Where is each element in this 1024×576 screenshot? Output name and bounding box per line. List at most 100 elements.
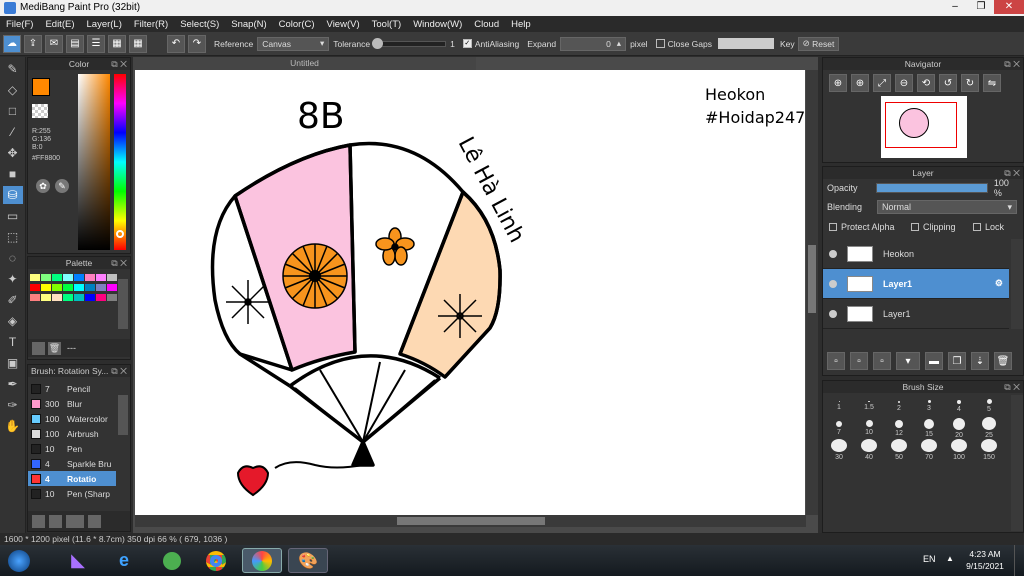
menu-file[interactable]: File(F) xyxy=(0,19,39,30)
visual-studio-icon[interactable]: ◣ xyxy=(58,548,98,573)
clipping-checkbox[interactable] xyxy=(911,223,919,231)
vertical-scroll-thumb[interactable] xyxy=(808,245,816,313)
brush-menu-icon[interactable] xyxy=(66,514,84,528)
menu-color[interactable]: Color(C) xyxy=(273,19,321,30)
palette-swatch[interactable] xyxy=(63,284,73,291)
palette-swatch[interactable] xyxy=(74,284,84,291)
menu-tool[interactable]: Tool(T) xyxy=(366,19,408,30)
menu-cloud[interactable]: Cloud xyxy=(468,19,505,30)
brush-size-cell[interactable]: 7 xyxy=(824,417,854,439)
hue-handle[interactable] xyxy=(116,230,124,238)
layer-menu-icon[interactable]: ▾ xyxy=(896,352,920,370)
trash-icon[interactable]: 🗑 xyxy=(48,341,61,355)
palette-swatch[interactable] xyxy=(30,294,40,301)
navigator-preview[interactable] xyxy=(881,96,967,158)
palette-swatch[interactable] xyxy=(74,294,84,301)
brush-size-cell[interactable]: 50 xyxy=(884,439,914,461)
brush-item[interactable]: 7 Pencil xyxy=(28,381,116,396)
merge-icon[interactable]: ⇣ xyxy=(971,352,989,370)
panel-close-icon[interactable]: ⧉ ✕ xyxy=(1004,58,1020,70)
panel-close-icon[interactable]: ⧉ ✕ xyxy=(111,58,127,70)
layer-row[interactable]: Layer1 ⚙ xyxy=(823,269,1009,299)
slider-handle[interactable] xyxy=(372,37,384,49)
clock[interactable]: 4:23 AM 9/15/2021 xyxy=(960,548,1010,572)
text-tool-icon[interactable]: T xyxy=(3,333,23,351)
new-layer-icon[interactable]: ▫ xyxy=(827,352,845,370)
horizontal-scrollbar[interactable] xyxy=(135,515,806,527)
brush-size-cell[interactable]: 30 xyxy=(824,439,854,461)
brush-size-cell[interactable]: 12 xyxy=(884,417,914,439)
palette-swatch[interactable] xyxy=(74,274,84,281)
color-picker-icon[interactable]: ✎ xyxy=(55,179,69,193)
redo-icon[interactable]: ↷ xyxy=(188,34,206,53)
brush-item[interactable]: 10 Pen xyxy=(28,441,116,456)
hand-tool-icon[interactable]: ✋ xyxy=(3,417,23,435)
palette-swatch[interactable] xyxy=(30,274,40,281)
reference-select[interactable]: Canvas ▾ xyxy=(257,36,330,51)
menu-window[interactable]: Window(W) xyxy=(407,19,468,30)
brush-size-cell[interactable]: 1.5 xyxy=(854,395,884,417)
lock-checkbox[interactable] xyxy=(973,223,981,231)
palette-swatch[interactable] xyxy=(107,294,117,301)
menu-help[interactable]: Help xyxy=(505,19,537,30)
palette-swatch[interactable] xyxy=(41,274,51,281)
brush-size-cell[interactable]: 4 xyxy=(944,395,974,417)
minimize-button[interactable]: – xyxy=(942,0,968,14)
list-icon[interactable]: ☰ xyxy=(87,34,105,53)
palette-swatch[interactable] xyxy=(107,284,117,291)
layer-row[interactable]: Layer1 xyxy=(823,299,1009,329)
rotate-right-icon[interactable]: ↻ xyxy=(961,74,979,92)
pen-tool-icon[interactable]: ✑ xyxy=(3,396,23,414)
horizontal-scroll-thumb[interactable] xyxy=(397,517,545,525)
document-icon[interactable]: ▤ xyxy=(66,34,84,53)
palette-swatch[interactable] xyxy=(41,294,51,301)
brush-scrollbar[interactable] xyxy=(118,395,128,435)
color-sv-box[interactable] xyxy=(78,74,110,250)
brush-size-cell[interactable]: 15 xyxy=(914,417,944,439)
palette-swatch[interactable] xyxy=(52,294,62,301)
canvas-paper[interactable]: 8B Lê Hà Linh Heokon #Hoidap247 xyxy=(135,70,805,515)
magic-wand-icon[interactable]: ✦ xyxy=(3,270,23,288)
color-wheel-icon[interactable]: ✿ xyxy=(36,179,50,193)
opacity-bar[interactable] xyxy=(876,183,988,193)
internet-explorer-icon[interactable]: e xyxy=(104,548,144,573)
select-tool-icon[interactable]: ⬚ xyxy=(3,228,23,246)
divide-tool-icon[interactable]: ▣ xyxy=(3,354,23,372)
folder-icon[interactable]: ▬ xyxy=(925,352,943,370)
palette-swatch[interactable] xyxy=(52,284,62,291)
brush-size-cell[interactable]: 20 xyxy=(944,417,974,439)
brush-size-cell[interactable]: 1 xyxy=(824,395,854,417)
brush-size-cell[interactable]: 25 xyxy=(974,417,1004,439)
zoom-in-icon[interactable]: ⊕ xyxy=(829,74,847,92)
rotate-left-icon[interactable]: ↺ xyxy=(939,74,957,92)
palette-swatch[interactable] xyxy=(85,284,95,291)
undo-icon[interactable]: ↶ xyxy=(167,34,185,53)
start-button[interactable] xyxy=(2,548,36,573)
language-indicator[interactable]: EN xyxy=(923,554,936,564)
menu-layer[interactable]: Layer(L) xyxy=(81,19,128,30)
brush-size-scrollbar[interactable] xyxy=(1011,395,1023,531)
rectangle-tool-icon[interactable]: □ xyxy=(3,102,23,120)
maximize-button[interactable]: ❐ xyxy=(968,0,994,14)
gradient-tool-icon[interactable]: ▭ xyxy=(3,207,23,225)
brush-item[interactable]: 300 Blur xyxy=(28,396,116,411)
brush-item[interactable]: 4 Rotatio xyxy=(28,471,116,486)
fill-rect-tool-icon[interactable]: ■ xyxy=(3,165,23,183)
blending-select[interactable]: Normal ▾ xyxy=(877,200,1017,214)
brush-tool-icon[interactable]: ✎ xyxy=(3,60,23,78)
palette-swatch[interactable] xyxy=(96,294,106,301)
palette-swatch[interactable] xyxy=(63,294,73,301)
menu-edit[interactable]: Edit(E) xyxy=(39,19,80,30)
layer-row[interactable]: Heokon xyxy=(823,239,1009,269)
gear-icon[interactable]: ⚙ xyxy=(995,278,1003,289)
palette-swatch[interactable] xyxy=(30,284,40,291)
paint-icon[interactable]: 🎨 xyxy=(288,548,328,573)
visibility-icon[interactable] xyxy=(829,249,837,258)
panel-close-icon[interactable]: ⧉ ✕ xyxy=(111,257,127,269)
rotate-reset-icon[interactable]: ⟲ xyxy=(917,74,935,92)
palette-swatch[interactable] xyxy=(41,284,51,291)
brush-size-cell[interactable]: 5 xyxy=(974,395,1004,417)
medibang-taskbar-icon[interactable] xyxy=(242,548,282,573)
material-icon[interactable]: ▦ xyxy=(108,34,126,53)
palette-swatch[interactable] xyxy=(52,274,62,281)
